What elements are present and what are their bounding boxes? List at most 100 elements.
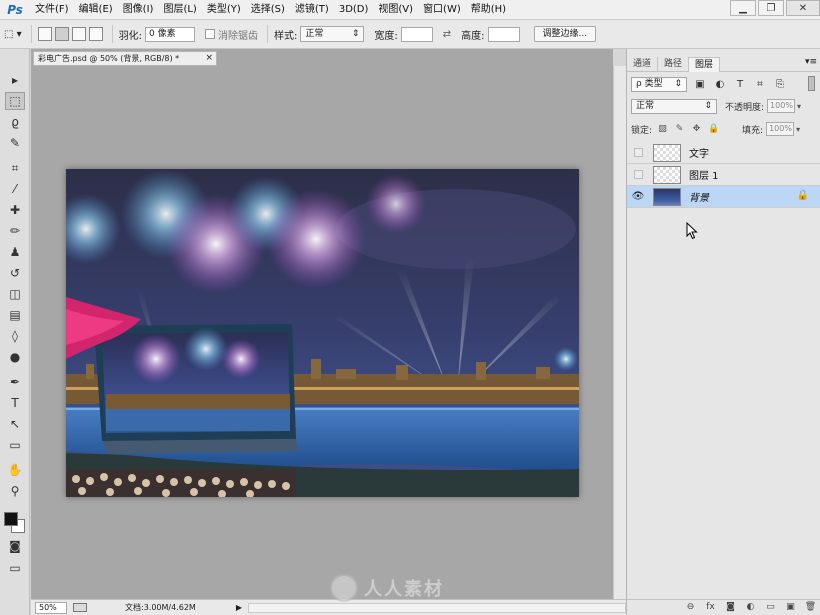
menu-view[interactable]: 视图(V) xyxy=(373,0,418,20)
visibility-toggle[interactable] xyxy=(627,142,649,164)
hidden-eye-icon xyxy=(633,148,643,157)
layer-row-layer1[interactable]: 图层 1 xyxy=(627,164,820,186)
blend-mode-select[interactable]: 正常 ⇕ xyxy=(631,98,717,114)
shape-tool[interactable]: ▭ xyxy=(5,436,25,454)
menu-file[interactable]: 文件(F) xyxy=(30,0,74,20)
pixel-filter-icon[interactable]: ▣ xyxy=(693,79,707,90)
lasso-tool[interactable]: ϱ xyxy=(5,113,25,131)
blur-tool[interactable]: ◊ xyxy=(5,327,25,345)
height-input[interactable] xyxy=(487,26,520,42)
blend-mode-value: 正常 xyxy=(636,100,655,111)
layer-row-background[interactable]: 👁 背景 🔒 xyxy=(627,186,820,208)
foreground-color-swatch[interactable] xyxy=(4,512,18,526)
restore-button[interactable]: ❐ xyxy=(758,0,784,16)
type-filter-icon[interactable]: T xyxy=(733,79,747,90)
gradient-tool[interactable]: ▤ xyxy=(5,306,25,324)
menu-type[interactable]: 类型(Y) xyxy=(202,0,246,20)
layer-name: 文字 xyxy=(689,149,709,160)
stamp-tool[interactable]: ♟ xyxy=(5,243,25,261)
link-layers-icon[interactable]: ⊖ xyxy=(684,602,697,614)
subtract-selection-button[interactable] xyxy=(71,27,86,41)
tab-layers[interactable]: 图层 xyxy=(689,57,721,72)
zoom-tool[interactable]: ⚲ xyxy=(5,482,25,500)
opacity-field[interactable]: 100% xyxy=(767,99,796,113)
layer-lock-icon: 🔒 xyxy=(796,190,809,201)
quick-select-tool[interactable]: ✎ xyxy=(5,134,25,152)
layer-filter-select[interactable]: ρ 类型 ⇕ xyxy=(631,77,687,92)
document-tab[interactable]: 彩电广告.psd @ 50% (背景, RGB/8) * × xyxy=(33,51,217,66)
panel-menu-icon[interactable]: ▾≡ xyxy=(805,57,817,67)
lock-transparent-icon[interactable]: ▨ xyxy=(656,124,669,134)
new-selection-button[interactable] xyxy=(37,27,52,41)
filter-value: ρ 类型 xyxy=(636,79,663,89)
lock-pixels-icon[interactable]: ✎ xyxy=(673,124,686,134)
menu-help[interactable]: 帮助(H) xyxy=(466,0,511,20)
shape-filter-icon[interactable]: ⌗ xyxy=(753,79,767,90)
close-button[interactable]: ✕ xyxy=(786,0,820,16)
filter-toggle-switch[interactable] xyxy=(808,76,815,91)
swap-icon[interactable]: ⇄ xyxy=(443,29,451,40)
status-menu-arrow-icon[interactable]: ▶ xyxy=(236,603,242,612)
history-brush-tool[interactable]: ↺ xyxy=(5,264,25,282)
menu-image[interactable]: 图像(I) xyxy=(118,0,159,20)
layer-row-text[interactable]: 文字 xyxy=(627,142,820,164)
watermark-text: 人人素材 xyxy=(364,579,444,600)
fill-label: 填充: xyxy=(742,125,764,136)
adjustment-filter-icon[interactable]: ◐ xyxy=(713,79,727,90)
smart-object-filter-icon[interactable]: ⎘ xyxy=(773,79,787,90)
adjustment-layer-icon[interactable]: ◐ xyxy=(744,602,757,614)
mouse-cursor-icon xyxy=(686,222,698,240)
lock-row: 锁定: ▨ ✎ ✥ 🔒 填充: 100% ▾ xyxy=(631,121,817,137)
opacity-slider-arrow-icon[interactable]: ▾ xyxy=(797,102,801,111)
menu-select[interactable]: 选择(S) xyxy=(246,0,290,20)
healing-tool[interactable]: ✚ xyxy=(5,201,25,219)
antialias-checkbox[interactable] xyxy=(205,29,216,39)
path-select-tool[interactable]: ↖ xyxy=(5,415,25,433)
style-label: 样式: xyxy=(274,30,298,42)
tab-paths[interactable]: 路径 xyxy=(658,57,690,72)
screen-mode-icon[interactable]: ▭ xyxy=(5,559,25,577)
tool-preset-picker[interactable]: ⬚ ▾ xyxy=(4,29,22,40)
brush-tool[interactable]: ✏ xyxy=(5,222,25,240)
lock-all-icon[interactable]: 🔒 xyxy=(707,124,720,134)
add-mask-icon[interactable]: ◙ xyxy=(724,602,737,614)
hand-tool[interactable]: ✋ xyxy=(5,461,25,479)
menu-3d[interactable]: 3D(D) xyxy=(334,0,374,20)
zoom-level-field[interactable]: 50% xyxy=(35,601,67,614)
menu-edit[interactable]: 编辑(E) xyxy=(74,0,118,20)
eraser-tool[interactable]: ◫ xyxy=(5,285,25,303)
visibility-toggle[interactable]: 👁 xyxy=(627,186,649,208)
menu-filter[interactable]: 滤镜(T) xyxy=(290,0,334,20)
width-input[interactable] xyxy=(400,26,433,42)
vertical-scrollbar[interactable] xyxy=(613,66,626,599)
close-tab-icon[interactable]: × xyxy=(205,52,213,65)
feather-label: 羽化: xyxy=(118,30,143,42)
add-selection-button[interactable] xyxy=(54,27,69,41)
document-canvas[interactable] xyxy=(66,169,579,497)
marquee-tool[interactable]: ⬚ xyxy=(5,92,25,110)
move-tool[interactable]: ▸ xyxy=(5,71,25,89)
layer-style-icon[interactable]: fx xyxy=(704,602,717,614)
pen-tool[interactable]: ✒ xyxy=(5,373,25,391)
eyedropper-tool[interactable]: ⁄ xyxy=(5,180,25,198)
lock-position-icon[interactable]: ✥ xyxy=(690,124,703,134)
minimize-button[interactable]: ▁ xyxy=(730,0,756,16)
menu-layer[interactable]: 图层(L) xyxy=(158,0,201,20)
new-group-icon[interactable]: ▭ xyxy=(764,602,777,614)
fill-slider-arrow-icon[interactable]: ▾ xyxy=(796,125,800,134)
delete-layer-icon[interactable]: 🗑 xyxy=(804,602,817,614)
new-layer-icon[interactable]: ▣ xyxy=(784,602,797,614)
style-select[interactable]: 正常 ⇕ xyxy=(300,26,365,42)
intersect-selection-button[interactable] xyxy=(88,27,103,41)
fill-field[interactable]: 100% xyxy=(766,122,795,136)
menu-window[interactable]: 窗口(W) xyxy=(418,0,466,20)
dodge-tool[interactable]: ● xyxy=(5,348,25,366)
antialias-label: 消除锯齿 xyxy=(218,30,259,42)
quick-mask-icon[interactable]: ◙ xyxy=(5,537,25,555)
tab-channels[interactable]: 通道 xyxy=(627,57,659,72)
visibility-toggle[interactable] xyxy=(627,164,649,186)
refine-edge-button[interactable]: 调整边缘... xyxy=(533,26,597,42)
crop-tool[interactable]: ⌗ xyxy=(5,159,25,177)
feather-input[interactable]: 0 像素 xyxy=(145,26,196,42)
type-tool[interactable]: T xyxy=(5,394,25,412)
